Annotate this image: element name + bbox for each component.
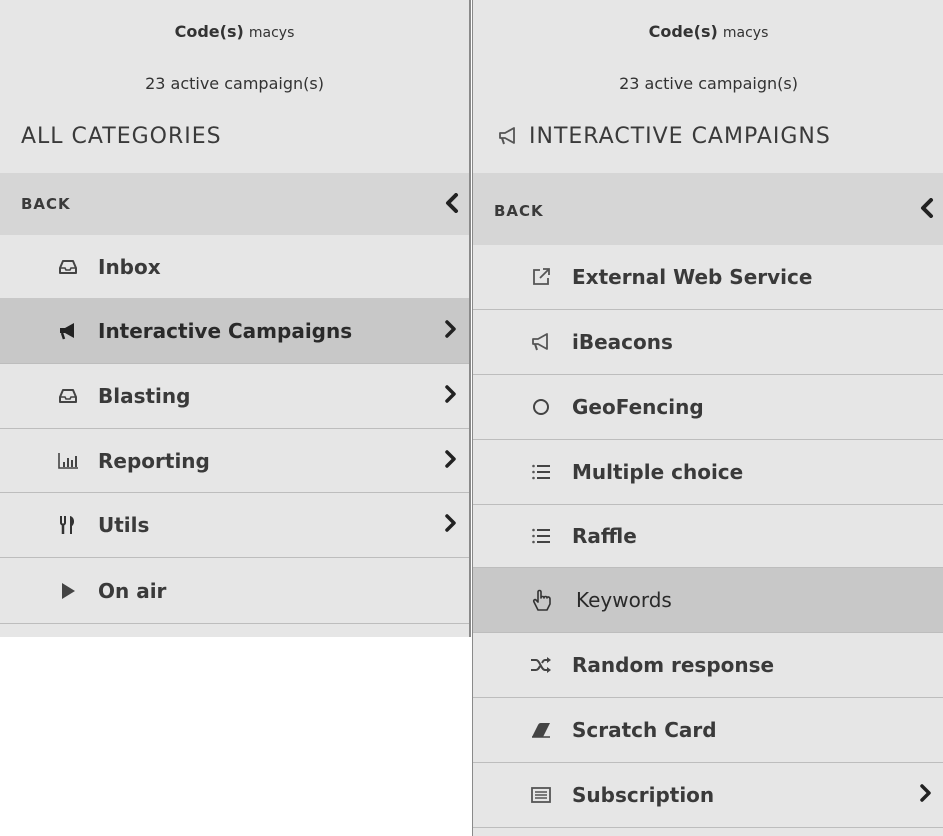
menu-item-label: Keywords <box>576 588 672 612</box>
back-label: BACK <box>494 202 544 220</box>
menu-item-label: Multiple choice <box>572 460 744 484</box>
menu-item-label: Blasting <box>98 384 191 408</box>
menu-item-label: iBeacons <box>572 330 673 354</box>
menu-item-label: Interactive Campaigns <box>98 318 353 343</box>
back-label: BACK <box>21 195 71 213</box>
codes-key: Code(s) <box>174 22 244 41</box>
back-button[interactable]: BACK <box>473 173 943 245</box>
menu-item-blasting[interactable]: Blasting <box>0 364 469 429</box>
menu-item-reporting[interactable]: Reporting <box>0 429 469 493</box>
chevron-right-icon <box>445 319 457 342</box>
menu-item-label: Subscription <box>572 783 715 807</box>
codes-key: Code(s) <box>648 22 718 41</box>
newspaper-icon <box>529 783 553 807</box>
list-icon <box>529 460 553 484</box>
menu-item-geofencing[interactable]: GeoFencing <box>473 375 943 440</box>
chevron-right-icon <box>445 385 457 407</box>
menu-item-raffle[interactable]: Raffle <box>473 505 943 568</box>
eraser-icon <box>529 718 553 742</box>
megaphone-icon <box>56 319 80 343</box>
chevron-left-icon <box>445 193 459 217</box>
menu-item-label: Scratch Card <box>572 718 717 742</box>
page-title: ALL CATEGORIES <box>21 124 222 149</box>
menu-item-label: Inbox <box>98 254 161 279</box>
page-title: INTERACTIVE CAMPAIGNS <box>497 124 831 149</box>
codes-value: macys <box>248 25 295 41</box>
menu-item-inbox[interactable]: Inbox <box>0 235 469 299</box>
menu-item-keywords[interactable]: Keywords <box>473 568 943 633</box>
menu-item-interactive-campaigns[interactable]: Interactive Campaigns <box>0 298 469 364</box>
megaphone-icon <box>497 124 529 149</box>
menu-item-utils[interactable]: Utils <box>0 493 469 558</box>
list-icon <box>529 524 553 548</box>
play-icon <box>56 579 80 603</box>
chevron-right-icon <box>920 784 932 806</box>
bar-chart-icon <box>56 449 80 473</box>
interactive-campaigns-panel: Code(s) macys 23 active campaign(s) INTE… <box>472 0 943 836</box>
menu-item-ibeacons[interactable]: iBeacons <box>473 310 943 375</box>
inbox-icon <box>56 384 80 408</box>
codes-line: Code(s) macys <box>0 22 469 41</box>
codes-value: macys <box>722 25 769 41</box>
chevron-right-icon <box>445 514 457 536</box>
all-categories-panel: Code(s) macys 23 active campaign(s) ALL … <box>0 0 471 637</box>
menu-item-random-response[interactable]: Random response <box>473 633 943 698</box>
menu-item-label: GeoFencing <box>572 395 704 419</box>
active-campaigns-count: 23 active campaign(s) <box>145 74 324 93</box>
menu-item-on-air[interactable]: On air <box>0 558 469 624</box>
menu-item-external-web-service[interactable]: External Web Service <box>473 245 943 310</box>
menu-item-label: Raffle <box>572 524 637 548</box>
menu-item-label: Utils <box>98 513 150 537</box>
inbox-icon <box>56 255 80 279</box>
active-campaigns-count: 23 active campaign(s) <box>619 74 798 93</box>
chevron-left-icon <box>920 198 934 222</box>
menu-item-label: On air <box>98 578 167 603</box>
codes-line: Code(s) macys <box>473 22 943 41</box>
circle-icon <box>529 395 553 419</box>
back-button[interactable]: BACK <box>0 173 469 235</box>
menu-item-label: Random response <box>572 653 775 677</box>
hand-pointer-icon <box>529 588 553 612</box>
menu-item-label: External Web Service <box>572 265 813 289</box>
menu-item-label: Reporting <box>98 448 210 473</box>
external-link-icon <box>529 265 553 289</box>
menu-item-subscription[interactable]: Subscription <box>473 763 943 828</box>
menu-item-multiple-choice[interactable]: Multiple choice <box>473 440 943 505</box>
menu-item-scratch-card[interactable]: Scratch Card <box>473 698 943 763</box>
megaphone-icon <box>529 330 553 354</box>
chevron-right-icon <box>445 449 457 472</box>
fork-knife-icon <box>56 513 80 537</box>
shuffle-icon <box>529 653 553 677</box>
page-title-text: INTERACTIVE CAMPAIGNS <box>529 124 831 149</box>
